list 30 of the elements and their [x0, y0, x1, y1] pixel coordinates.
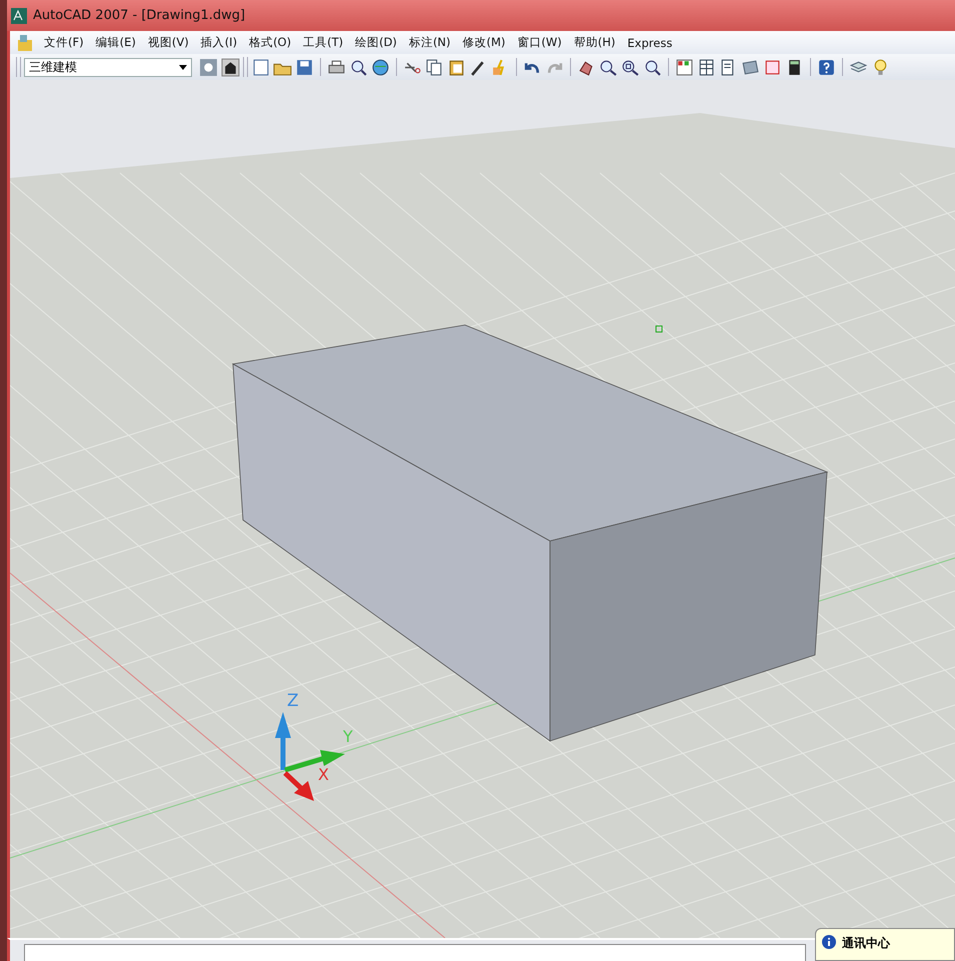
- menu-item[interactable]: 窗口(W): [511, 33, 568, 52]
- menu-item[interactable]: 格式(O): [243, 33, 298, 52]
- caret-icon: [179, 64, 187, 70]
- menu-item[interactable]: 编辑(E): [90, 33, 142, 52]
- menu-item[interactable]: 工具(T): [297, 33, 350, 52]
- grid-table-icon[interactable]: [697, 58, 716, 77]
- menu-item[interactable]: 标注(N): [402, 33, 457, 52]
- menu-item[interactable]: 插入(I): [194, 33, 244, 52]
- balloon-title: 通讯中心: [842, 934, 890, 952]
- help-icon[interactable]: [817, 58, 836, 77]
- page-icon[interactable]: [251, 58, 270, 77]
- menu-item[interactable]: 视图(V): [142, 33, 195, 52]
- y-axis-label: Y: [343, 727, 353, 746]
- copy-icon[interactable]: [425, 58, 444, 77]
- menu-item[interactable]: 修改(M): [456, 33, 512, 52]
- workspace-dropdown[interactable]: 三维建模: [24, 58, 192, 77]
- info-icon: [822, 934, 836, 949]
- window-title: AutoCAD 2007 - [Drawing1.dwg]: [33, 8, 246, 24]
- menu-item[interactable]: 文件(F): [38, 33, 90, 52]
- menu-item[interactable]: 帮助(H): [568, 33, 622, 52]
- x-axis-label: X: [318, 765, 329, 784]
- zoom-window-icon[interactable]: [621, 58, 640, 77]
- command-line-field[interactable]: [24, 944, 806, 961]
- menu-item[interactable]: 绘图(D): [349, 33, 403, 52]
- app-logo-icon: [11, 8, 27, 24]
- z-axis-label: Z: [287, 691, 299, 712]
- house-icon[interactable]: [221, 58, 240, 77]
- magnifier-icon[interactable]: [349, 58, 368, 77]
- globe-icon[interactable]: [371, 58, 390, 77]
- menu-item[interactable]: Express: [621, 34, 678, 52]
